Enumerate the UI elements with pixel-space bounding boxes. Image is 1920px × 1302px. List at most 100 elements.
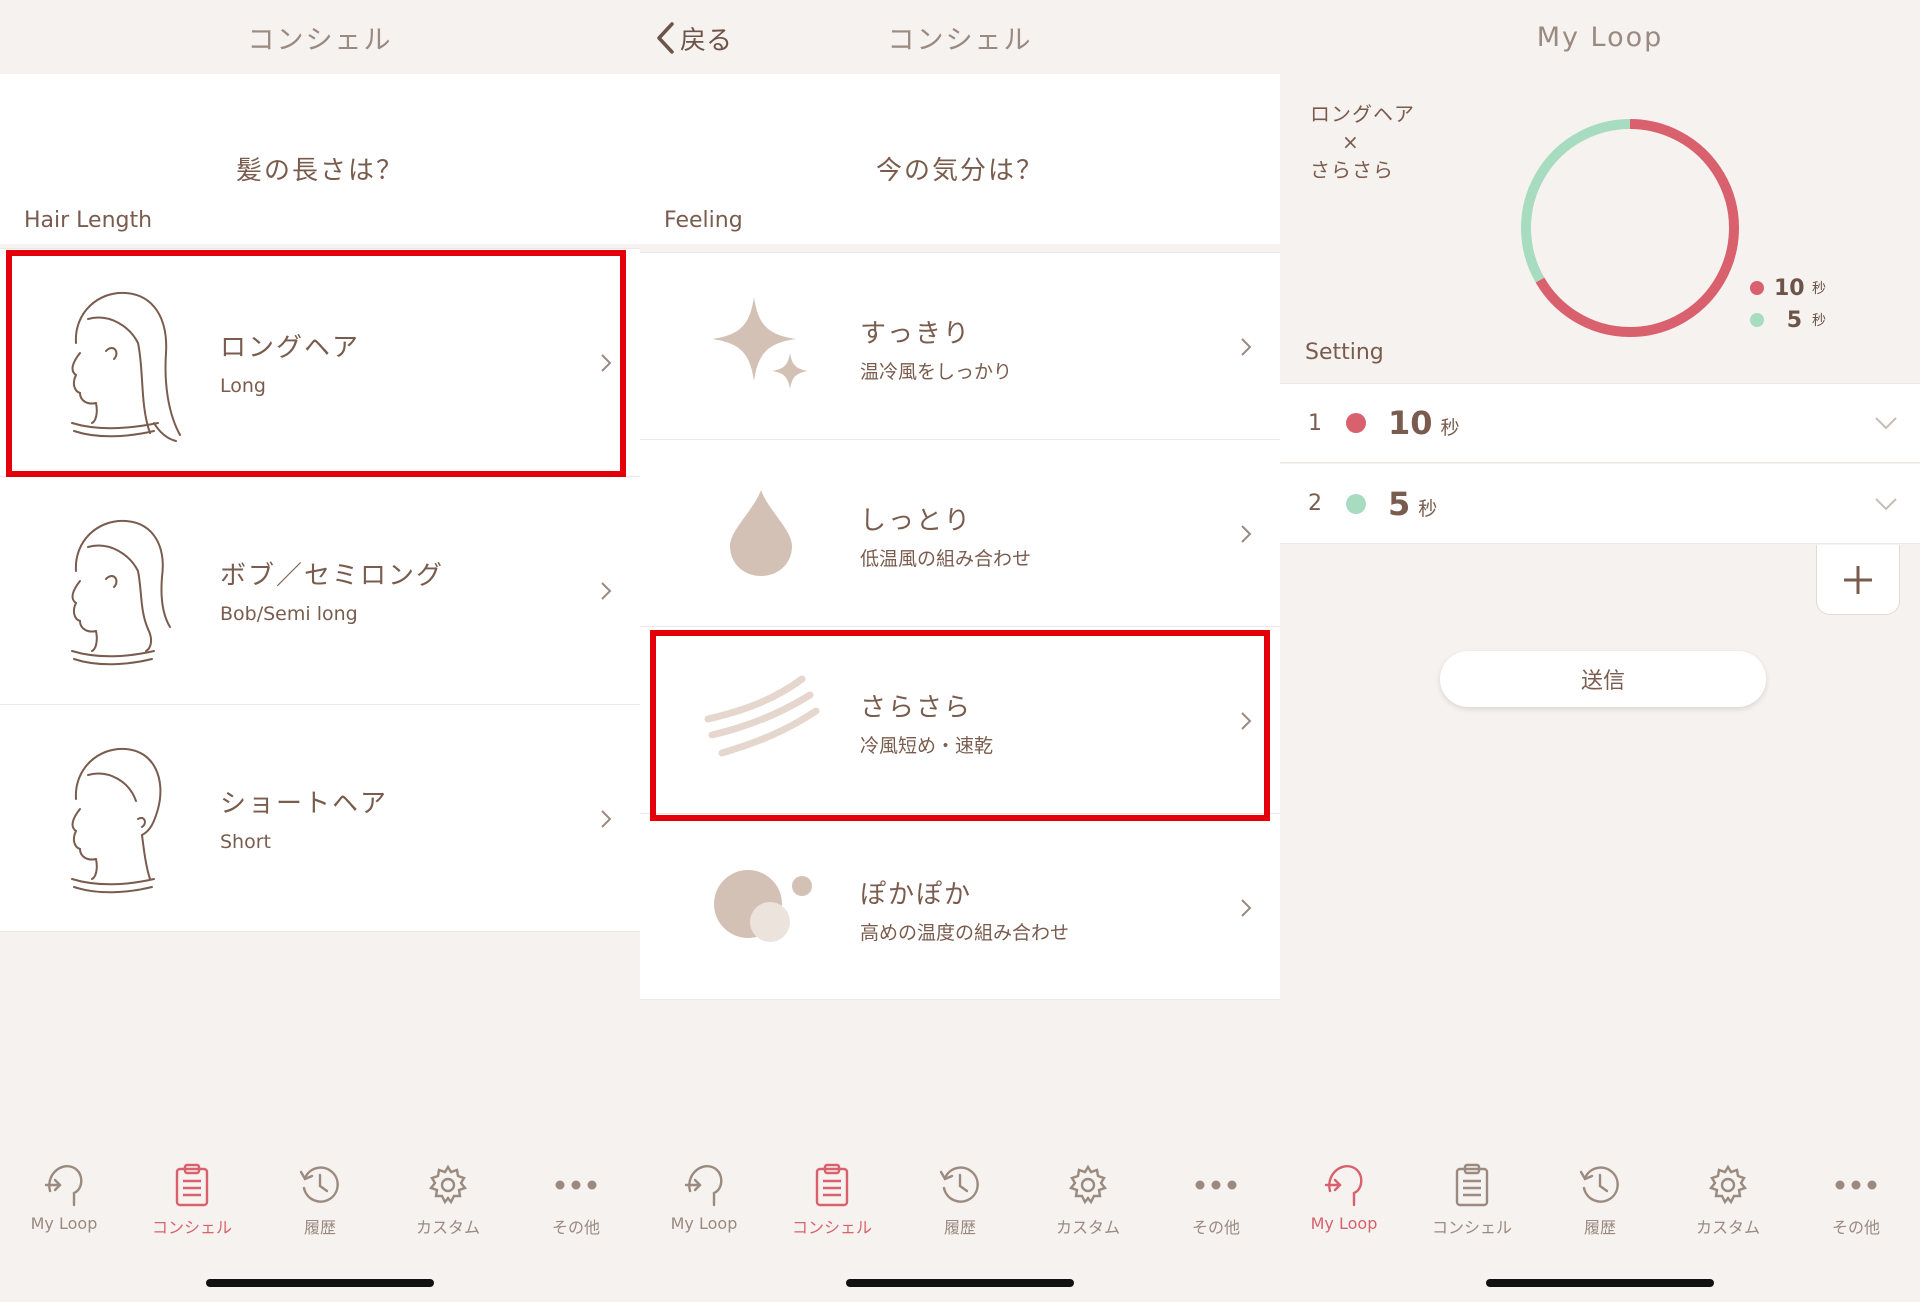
- chevron-right-icon: [601, 810, 612, 828]
- chevron-right-icon: [1241, 338, 1252, 356]
- option-title: しっとり: [860, 506, 973, 536]
- option-title: ボブ／セミロング: [220, 561, 445, 591]
- tab-label: カスタム: [1055, 1218, 1120, 1237]
- tab-my-loop[interactable]: My Loop: [640, 1160, 768, 1250]
- screen-my-loop: My Loop ロングヘア × さらさら 10 秒 5 秒 Setting 1 …: [1280, 0, 1920, 1302]
- add-setting-button[interactable]: [1816, 545, 1900, 615]
- tab-custom[interactable]: カスタム: [1024, 1160, 1152, 1250]
- setting-row-1[interactable]: 1 10 秒: [1280, 383, 1920, 463]
- nav-title: コンシェル: [247, 24, 393, 56]
- setting-value: 10 秒: [1388, 404, 1460, 442]
- gear-icon: [1067, 1160, 1109, 1210]
- tab-label: その他: [551, 1218, 600, 1237]
- combo-feeling: さらさら: [1310, 158, 1394, 182]
- legend-dot: [1750, 281, 1764, 295]
- long-hair-icon: [71, 291, 181, 442]
- donut-segment-2: [1521, 119, 1631, 283]
- legend-item: 5 秒: [1750, 304, 1826, 336]
- option-subtitle: 冷風短め・速乾: [860, 735, 994, 757]
- option-sukkiri[interactable]: すっきり 温冷風をしっかり: [640, 252, 1280, 439]
- back-button[interactable]: 戻る: [654, 18, 732, 58]
- tab-other[interactable]: その他: [1152, 1160, 1280, 1250]
- option-subtitle: 温冷風をしっかり: [860, 361, 1013, 383]
- setting-color-dot: [1346, 413, 1366, 433]
- option-bob-hair[interactable]: ボブ／セミロング Bob/Semi long: [0, 476, 640, 704]
- tab-concierge[interactable]: コンシェル: [768, 1160, 896, 1250]
- combo-hair: ロングヘア: [1310, 102, 1415, 126]
- setting-index: 2: [1308, 491, 1322, 516]
- tab-label: My Loop: [670, 1214, 738, 1233]
- nav-title: コンシェル: [887, 24, 1033, 56]
- more-icon: [1194, 1160, 1238, 1210]
- hair-length-list: ロングヘア Long ボブ／セミロング Bob/Semi long ショートヘア…: [0, 248, 640, 932]
- tab-label: その他: [1191, 1218, 1240, 1237]
- screen-feeling: 戻る コンシェル 今の気分は？ Feeling すっきり 温冷風をしっかり しっ…: [640, 0, 1280, 1302]
- tab-other[interactable]: その他: [512, 1160, 640, 1250]
- wind-lines-icon: [704, 675, 820, 757]
- clipboard-icon: [1454, 1160, 1490, 1210]
- home-indicator: [206, 1279, 434, 1287]
- plus-icon: [1844, 565, 1872, 594]
- legend-dot: [1750, 313, 1764, 327]
- nav-title: My Loop: [1536, 21, 1664, 53]
- chevron-right-icon: [601, 354, 612, 372]
- tab-history[interactable]: 履歴: [256, 1160, 384, 1250]
- back-label: 戻る: [680, 25, 733, 56]
- tab-bar: My Loop コンシェル 履歴 カスタム その他: [0, 1160, 640, 1250]
- tab-label: My Loop: [1310, 1214, 1378, 1233]
- tab-history[interactable]: 履歴: [896, 1160, 1024, 1250]
- question-title: 今の気分は？: [875, 156, 1044, 186]
- gear-icon: [427, 1160, 469, 1210]
- tab-history[interactable]: 履歴: [1536, 1160, 1664, 1250]
- chevron-right-icon: [601, 582, 612, 600]
- option-shittori[interactable]: しっとり 低温風の組み合わせ: [640, 439, 1280, 626]
- tab-concierge[interactable]: コンシェル: [1408, 1160, 1536, 1250]
- tab-my-loop[interactable]: My Loop: [1280, 1160, 1408, 1250]
- legend-value: 5: [1786, 307, 1802, 333]
- option-title: すっきり: [860, 319, 971, 349]
- tab-bar: My Loop コンシェル 履歴 カスタム その他: [1280, 1160, 1920, 1250]
- option-sarasara[interactable]: さらさら 冷風短め・速乾: [640, 626, 1280, 813]
- history-icon: [299, 1160, 341, 1210]
- tab-label: My Loop: [30, 1214, 98, 1233]
- tab-label: コンシェル: [151, 1218, 232, 1237]
- tab-label: コンシェル: [791, 1218, 872, 1237]
- history-icon: [1579, 1160, 1621, 1210]
- option-title: さらさら: [860, 693, 973, 723]
- tab-other[interactable]: その他: [1792, 1160, 1920, 1250]
- tab-my-loop[interactable]: My Loop: [0, 1160, 128, 1250]
- feeling-list: すっきり 温冷風をしっかり しっとり 低温風の組み合わせ さらさら 冷風短め・速…: [640, 252, 1280, 1000]
- chevron-down-icon: [1875, 417, 1897, 430]
- tab-label: 履歴: [1583, 1218, 1616, 1237]
- send-button[interactable]: 送信: [1440, 651, 1766, 707]
- option-long-hair[interactable]: ロングヘア Long: [0, 248, 640, 476]
- setting-row-2[interactable]: 2 5秒: [1280, 464, 1920, 544]
- tab-custom[interactable]: カスタム: [1664, 1160, 1792, 1250]
- option-subtitle: Short: [220, 831, 271, 853]
- chevron-down-icon: [1875, 497, 1897, 510]
- tab-label: カスタム: [415, 1218, 480, 1237]
- legend-unit: 秒: [1812, 281, 1826, 297]
- my-loop-icon: [1322, 1160, 1366, 1210]
- tab-custom[interactable]: カスタム: [384, 1160, 512, 1250]
- tab-label: コンシェル: [1431, 1218, 1512, 1237]
- clipboard-icon: [174, 1160, 210, 1210]
- legend-value: 10: [1774, 275, 1805, 301]
- tab-label: その他: [1831, 1218, 1880, 1237]
- warm-circles-icon: [714, 870, 812, 942]
- option-pokapoka[interactable]: ぽかぽか 高めの温度の組み合わせ: [640, 813, 1280, 1000]
- tab-label: 履歴: [943, 1218, 976, 1237]
- combination-label: ロングヘア × さらさら: [1310, 100, 1415, 184]
- setting-color-dot: [1346, 493, 1366, 514]
- chevron-right-icon: [1241, 712, 1252, 730]
- tab-concierge[interactable]: コンシェル: [128, 1160, 256, 1250]
- history-icon: [939, 1160, 981, 1210]
- option-title: ショートヘア: [220, 789, 389, 819]
- tab-bar: My Loop コンシェル 履歴 カスタム その他: [640, 1160, 1280, 1250]
- more-icon: [554, 1160, 598, 1210]
- section-label: Feeling: [664, 208, 743, 233]
- section-label: Hair Length: [24, 208, 153, 233]
- option-title: ぽかぽか: [860, 880, 973, 910]
- bob-hair-icon: [71, 519, 171, 666]
- option-short-hair[interactable]: ショートヘア Short: [0, 704, 640, 932]
